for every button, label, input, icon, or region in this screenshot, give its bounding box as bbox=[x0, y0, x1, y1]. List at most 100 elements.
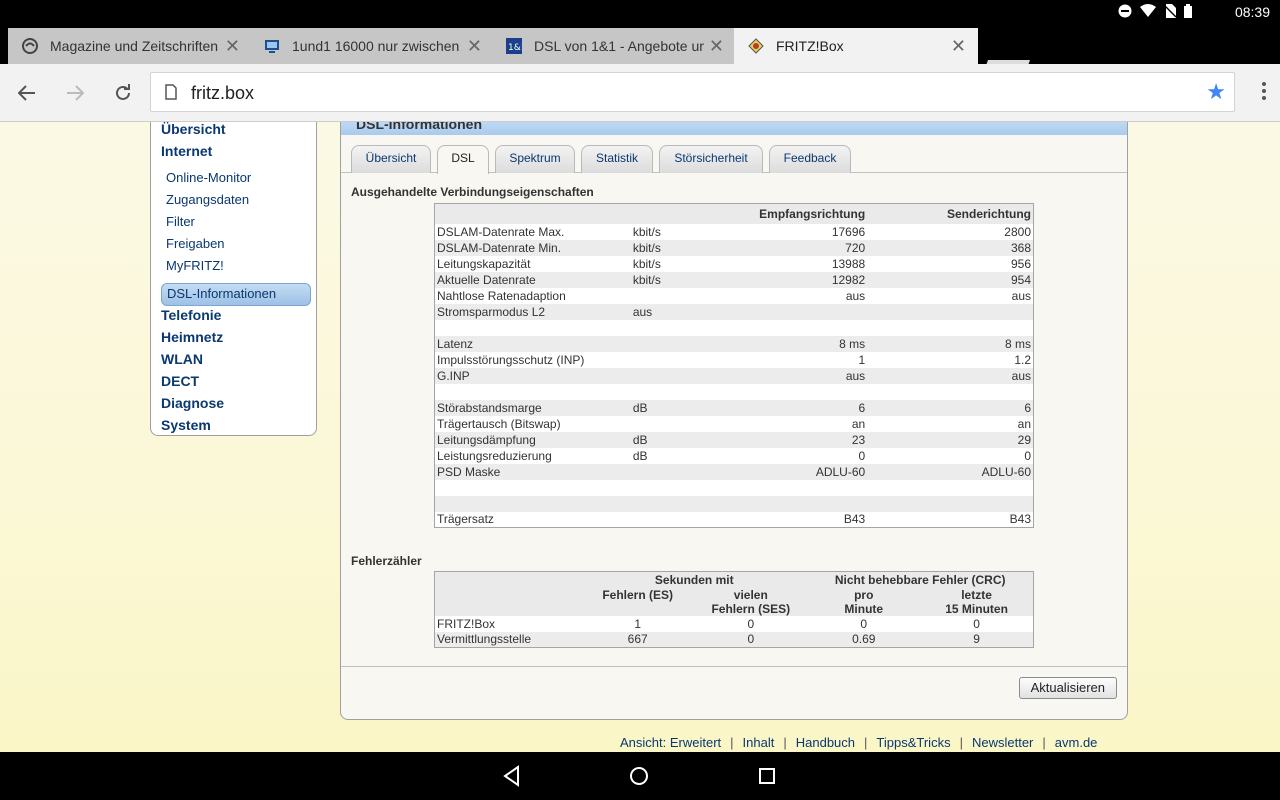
sidebar-item[interactable]: Übersicht bbox=[161, 122, 226, 137]
reload-icon bbox=[116, 84, 130, 100]
sidebar-item[interactable]: WLAN bbox=[161, 351, 203, 367]
bookmark-star-icon[interactable]: ★ bbox=[1206, 79, 1226, 105]
reload-button[interactable] bbox=[108, 78, 138, 108]
column-header-es: Fehlern (ES) bbox=[581, 587, 695, 616]
close-tab-icon[interactable]: ✕ bbox=[225, 28, 240, 64]
cell-unit: kbit/s bbox=[630, 223, 671, 240]
close-tab-icon[interactable]: ✕ bbox=[709, 28, 724, 64]
tab-title: FRITZ!Box bbox=[776, 38, 844, 54]
tab-statistik[interactable]: Statistik bbox=[581, 145, 653, 173]
cell-label: Trägertausch (Bitswap) bbox=[434, 415, 631, 432]
close-tab-icon[interactable]: ✕ bbox=[467, 28, 482, 64]
tab-stoersicherheit[interactable]: Störsicherheit bbox=[659, 145, 763, 173]
footer-link[interactable]: Ansicht: Erweitert bbox=[620, 735, 721, 750]
table-row: PSD Maske ADLU-60 ADLU-60 bbox=[434, 463, 1034, 480]
cell-label: G.INP bbox=[434, 367, 631, 384]
cell-up bbox=[867, 319, 1034, 336]
status-time: 08:39 bbox=[1234, 4, 1270, 20]
sidebar-navigation: Übersicht Internet Online-Monitor Zugangsda… bbox=[150, 122, 317, 436]
sidebar-item[interactable]: DSL-Informationen bbox=[161, 283, 311, 306]
cell-up bbox=[867, 479, 1034, 496]
cell-label: Latenz bbox=[434, 335, 631, 352]
sidebar-item[interactable]: Freigaben bbox=[166, 236, 225, 251]
footer-link[interactable]: avm.de bbox=[1055, 735, 1098, 750]
address-bar[interactable]: fritz.box ★ bbox=[150, 72, 1235, 112]
sidebar-item[interactable]: System bbox=[161, 417, 211, 433]
table-row: Trägersatz B43 B43 bbox=[434, 511, 1034, 528]
error-counter-table: Sekunden mit Nicht behebbare Fehler (CRC… bbox=[434, 571, 1034, 648]
cell-unit bbox=[630, 495, 671, 512]
tab-dsl[interactable]: DSL bbox=[437, 145, 489, 174]
forward-button[interactable] bbox=[60, 78, 90, 108]
sidebar-item[interactable]: Internet bbox=[161, 143, 212, 159]
sidebar-item[interactable]: Telefonie bbox=[161, 307, 221, 323]
no-sim-icon bbox=[1164, 4, 1176, 18]
cell-unit: kbit/s bbox=[630, 239, 671, 256]
sidebar-item[interactable]: MyFRITZ! bbox=[166, 258, 224, 273]
nav-back-icon[interactable] bbox=[500, 764, 524, 788]
cell-down bbox=[670, 479, 868, 496]
footer-link[interactable]: Newsletter bbox=[972, 735, 1033, 750]
sidebar-item[interactable]: DECT bbox=[161, 373, 199, 389]
browser-tab-magazine[interactable]: Magazine und Zeitschriften - ✕ bbox=[8, 28, 252, 64]
nav-home-icon[interactable] bbox=[627, 764, 651, 788]
cell-label: Leistungsreduzierung bbox=[434, 447, 631, 464]
sidebar-item[interactable]: Heimnetz bbox=[161, 329, 223, 345]
cell-down: 17696 bbox=[670, 223, 868, 240]
cell-unit: dB bbox=[630, 399, 671, 416]
status-icons bbox=[1118, 4, 1192, 18]
browser-tab-forum[interactable]: 1und1 16000 nur zwischen 6 ✕ bbox=[250, 28, 494, 64]
column-header-up: Senderichtung bbox=[867, 203, 1034, 224]
cell-up: aus bbox=[867, 287, 1034, 304]
tab-feedback[interactable]: Feedback bbox=[769, 145, 851, 173]
android-status-bar: 08:39 bbox=[0, 0, 1280, 24]
sidebar-item[interactable]: Filter bbox=[166, 214, 195, 229]
cell-down: 1 bbox=[670, 351, 868, 368]
table-row: Nahtlose Ratenadaption aus aus bbox=[434, 287, 1034, 304]
back-button[interactable] bbox=[12, 78, 42, 108]
browser-menu-icon[interactable] bbox=[1262, 82, 1268, 103]
browser-tab-1und1[interactable]: 1&1 DSL von 1&1 - Angebote und ✕ bbox=[492, 28, 736, 64]
table-row bbox=[434, 383, 1034, 400]
sidebar-item[interactable]: Online-Monitor bbox=[166, 170, 251, 185]
table-row: FRITZ!Box 1 0 0 0 bbox=[434, 615, 1034, 632]
error-counter-heading: Fehlerzähler bbox=[351, 554, 422, 568]
cell-down: 12982 bbox=[670, 271, 868, 288]
1und1-favicon-icon: 1&1 bbox=[506, 38, 522, 54]
cell-down: B43 bbox=[670, 511, 868, 528]
cell-label: Trägersatz bbox=[434, 511, 631, 528]
table-row: Stromsparmodus L2 aus bbox=[434, 303, 1034, 320]
cell-up: 0 bbox=[867, 447, 1034, 464]
tab-title: Magazine und Zeitschriften - bbox=[50, 38, 220, 54]
cell-label: PSD Maske bbox=[434, 463, 631, 480]
connection-properties-table: Empfangsrichtung Senderichtung DSLAM-Dat… bbox=[434, 203, 1034, 528]
sidebar-item[interactable]: Zugangsdaten bbox=[166, 192, 249, 207]
sidebar-item[interactable]: Diagnose bbox=[161, 395, 224, 411]
cell-label: Impulsstörungsschutz (INP) bbox=[434, 351, 631, 368]
connection-properties-heading: Ausgehandelte Verbindungseigenschaften bbox=[351, 185, 594, 199]
tab-title: 1und1 16000 nur zwischen 6 bbox=[292, 38, 462, 54]
column-header-ses: vielen Fehlern (SES) bbox=[694, 587, 808, 616]
browser-toolbar: fritz.box ★ bbox=[0, 64, 1280, 122]
web-page: Übersicht Internet Online-Monitor Zugangsda… bbox=[0, 122, 1280, 752]
tab-spektrum[interactable]: Spektrum bbox=[495, 145, 575, 173]
cell-label: Stromsparmodus L2 bbox=[434, 303, 631, 320]
footer-link[interactable]: Handbuch bbox=[796, 735, 855, 750]
cell-up: ADLU-60 bbox=[867, 463, 1034, 480]
browser-tab-fritzbox[interactable]: FRITZ!Box ✕ bbox=[734, 28, 978, 64]
cell-unit bbox=[630, 287, 671, 304]
tab-title: DSL von 1&1 - Angebote und bbox=[534, 38, 704, 54]
tab-uebersicht[interactable]: Übersicht bbox=[351, 145, 431, 173]
forum-favicon-icon bbox=[265, 40, 279, 53]
cell-down: 6 bbox=[670, 399, 868, 416]
footer-link[interactable]: Tipps&Tricks bbox=[876, 735, 950, 750]
cell-unit bbox=[630, 463, 671, 480]
refresh-button[interactable]: Aktualisieren bbox=[1018, 677, 1117, 699]
table-row: Aktuelle Datenrate kbit/s 12982 954 bbox=[434, 271, 1034, 288]
nav-recents-icon[interactable] bbox=[755, 764, 779, 788]
footer-link[interactable]: Inhalt bbox=[743, 735, 775, 750]
close-tab-icon[interactable]: ✕ bbox=[951, 28, 966, 64]
table-row: DSLAM-Datenrate Max. kbit/s 17696 2800 bbox=[434, 223, 1034, 240]
cell-label bbox=[434, 319, 631, 336]
cell-es: 1 bbox=[581, 615, 695, 632]
